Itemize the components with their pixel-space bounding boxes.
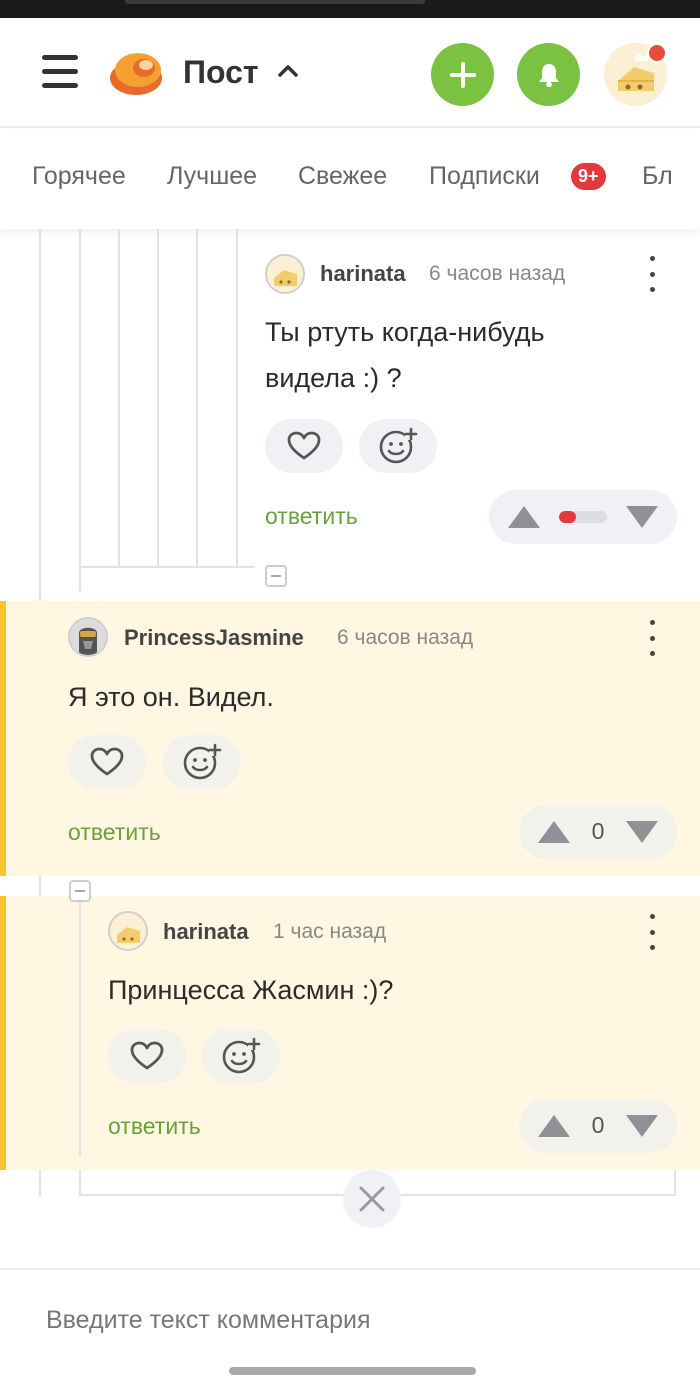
heart-icon	[287, 431, 321, 460]
tab-fresh[interactable]: Свежее	[298, 162, 387, 191]
thread-line	[79, 896, 81, 1156]
thread-line	[79, 1170, 81, 1196]
add-reaction-button[interactable]	[202, 1029, 280, 1083]
heart-icon	[130, 1041, 164, 1070]
add-reaction-button[interactable]	[359, 419, 437, 473]
reply-button[interactable]: ответить	[68, 819, 161, 846]
comment: PrincessJasmine 6 часов назад Я это он. …	[0, 601, 700, 876]
pikabu-logo-icon[interactable]	[108, 48, 164, 96]
smiley-plus-icon	[222, 1037, 261, 1074]
status-bar-notch	[125, 0, 425, 4]
comment-author[interactable]: harinata	[320, 261, 406, 287]
hamburger-menu-icon[interactable]	[42, 55, 80, 89]
collapse-thread-button[interactable]	[69, 880, 91, 902]
home-indicator[interactable]	[229, 1367, 476, 1375]
like-button[interactable]	[68, 735, 146, 789]
comment: harinata 6 часов назад Ты ртуть когда-ни…	[0, 229, 700, 601]
comment-time: 6 часов назад	[337, 626, 474, 649]
vote-box: 0	[519, 1099, 677, 1153]
smiley-plus-icon	[379, 427, 418, 464]
upvote-icon[interactable]	[507, 505, 541, 529]
comment-composer	[0, 1268, 700, 1368]
feed-tabs: Горячее Лучшее Свежее Подписки 9+ Бл	[0, 130, 700, 229]
downvote-icon[interactable]	[625, 820, 659, 844]
reply-button[interactable]: ответить	[265, 503, 358, 530]
avatar[interactable]	[68, 617, 108, 657]
comment: harinata 1 час назад Принцесса Жасмин :)…	[0, 896, 700, 1170]
tab-blogs[interactable]: Бл	[642, 162, 673, 191]
comment-input[interactable]	[46, 1300, 646, 1340]
more-options-icon[interactable]	[647, 256, 657, 292]
subscriptions-badge: 9+	[571, 163, 606, 190]
page-title[interactable]: Пост	[183, 54, 259, 91]
close-icon	[359, 1186, 385, 1212]
add-post-button[interactable]	[431, 43, 494, 106]
chevron-up-icon[interactable]	[277, 58, 299, 89]
tab-subscriptions[interactable]: Подписки	[429, 162, 540, 191]
more-options-icon[interactable]	[647, 620, 657, 656]
user-avatar[interactable]	[604, 43, 667, 106]
new-comment-accent	[0, 896, 6, 1170]
comment-time: 1 час назад	[273, 920, 387, 943]
downvote-icon[interactable]	[625, 1114, 659, 1138]
avatar[interactable]	[265, 254, 305, 294]
rating-bar-fill	[559, 511, 576, 523]
downvote-icon[interactable]	[625, 505, 659, 529]
comment-text: Ты ртуть когда-нибудь видела :) ?	[265, 317, 545, 393]
top-app-bar: Пост	[0, 18, 700, 128]
comment-author[interactable]: harinata	[163, 919, 249, 945]
notification-dot	[647, 43, 667, 63]
comment-text: Принцесса Жасмин :)?	[108, 975, 394, 1005]
new-comment-accent	[0, 601, 6, 876]
status-bar	[0, 0, 700, 18]
like-button[interactable]	[265, 419, 343, 473]
avatar[interactable]	[108, 911, 148, 951]
tab-best[interactable]: Лучшее	[167, 162, 257, 191]
comment-text: Я это он. Видел.	[68, 682, 274, 712]
plus-icon	[449, 61, 476, 88]
heart-icon	[90, 747, 124, 776]
vote-box: 0	[519, 805, 677, 859]
rating-bar	[559, 511, 607, 523]
like-button[interactable]	[108, 1029, 186, 1083]
add-reaction-button[interactable]	[163, 735, 241, 789]
comment-time: 6 часов назад	[429, 262, 566, 285]
vote-box	[489, 490, 677, 544]
thread-line	[674, 1170, 676, 1196]
more-options-icon[interactable]	[647, 914, 657, 950]
comment-author[interactable]: PrincessJasmine	[124, 625, 304, 651]
bell-icon	[538, 63, 559, 87]
reply-button[interactable]: ответить	[108, 1113, 201, 1140]
smiley-plus-icon	[183, 743, 222, 780]
tab-hot[interactable]: Горячее	[32, 162, 126, 191]
notifications-button[interactable]	[517, 43, 580, 106]
close-thread-button[interactable]	[343, 1170, 401, 1228]
